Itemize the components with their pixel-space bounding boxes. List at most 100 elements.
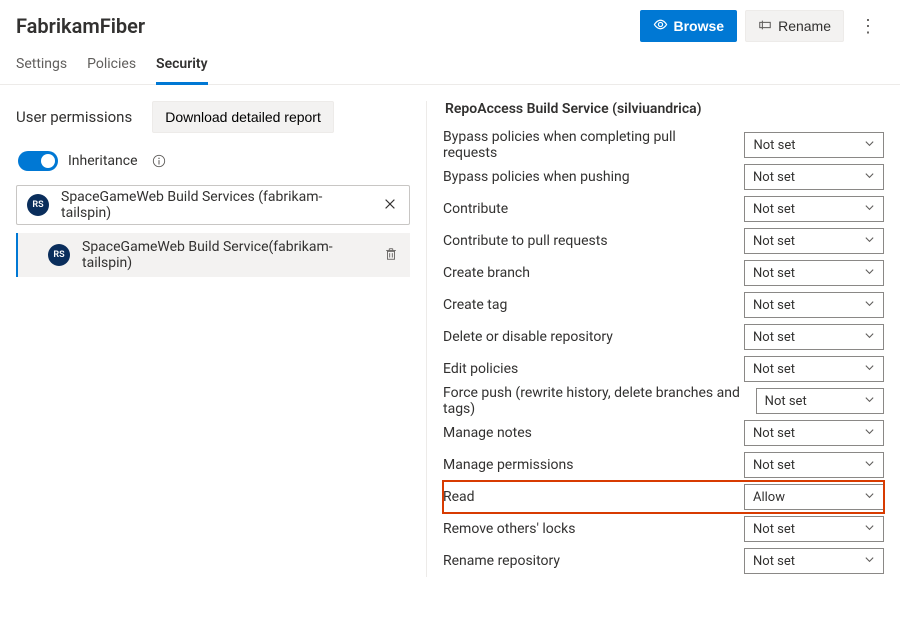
chevron-down-icon	[864, 362, 875, 377]
more-options-button[interactable]: ⋮	[852, 17, 884, 35]
permission-row: Create branch Not set	[443, 257, 884, 289]
inheritance-label: Inheritance	[68, 153, 138, 169]
permission-list: Bypass policies when completing pull req…	[443, 129, 884, 577]
delete-principal-button[interactable]	[382, 245, 400, 266]
permission-row: Delete or disable repository Not set	[443, 321, 884, 353]
permission-label: Create branch	[443, 265, 530, 281]
info-icon[interactable]	[152, 154, 166, 168]
principal-item[interactable]: RS SpaceGameWeb Build Service(fabrikam-ta…	[16, 233, 410, 277]
permission-row: Force push (rewrite history, delete bran…	[443, 385, 884, 417]
clear-search-button[interactable]	[381, 195, 399, 216]
principal-item-label: SpaceGameWeb Build Service(fabrikam-tail…	[82, 239, 370, 271]
permission-dropdown[interactable]: Not set	[744, 164, 884, 190]
inheritance-toggle[interactable]	[18, 151, 58, 171]
chevron-down-icon	[864, 298, 875, 313]
permission-row: Edit policies Not set	[443, 353, 884, 385]
tab-settings[interactable]: Settings	[16, 46, 67, 85]
permission-label: Bypass policies when completing pull req…	[443, 129, 732, 161]
close-icon	[383, 197, 397, 214]
more-vertical-icon: ⋮	[859, 16, 877, 36]
chevron-down-icon	[864, 138, 875, 153]
chevron-down-icon	[864, 426, 875, 441]
chevron-down-icon	[864, 266, 875, 281]
rename-button[interactable]: Rename	[745, 10, 844, 42]
permission-dropdown[interactable]: Allow	[744, 484, 884, 510]
permission-label: Remove others' locks	[443, 521, 575, 537]
permission-row: Bypass policies when pushingNot set	[443, 161, 884, 193]
permission-value: Not set	[753, 298, 795, 313]
permission-value: Not set	[753, 170, 795, 185]
permission-value: Not set	[753, 522, 795, 537]
permission-dropdown[interactable]: Not set	[744, 420, 884, 446]
permission-row: Read Allow	[443, 481, 884, 513]
permission-label: Manage permissions	[443, 457, 573, 473]
permission-row: Remove others' locks Not set	[443, 513, 884, 545]
permission-dropdown[interactable]: Not set	[744, 548, 884, 574]
browse-button[interactable]: Browse	[640, 10, 738, 42]
permission-dropdown[interactable]: Not set	[744, 260, 884, 286]
chevron-down-icon	[864, 522, 875, 537]
chevron-down-icon	[864, 458, 875, 473]
permission-value: Not set	[753, 234, 795, 249]
permission-value: Not set	[753, 458, 795, 473]
chevron-down-icon	[864, 490, 875, 505]
permission-dropdown[interactable]: Not set	[744, 228, 884, 254]
permission-row: Bypass policies when completing pull req…	[443, 129, 884, 161]
chevron-down-icon	[864, 394, 875, 409]
permission-dropdown[interactable]: Not set	[744, 292, 884, 318]
chevron-down-icon	[864, 202, 875, 217]
permission-label: Force push (rewrite history, delete bran…	[443, 385, 744, 417]
permission-dropdown[interactable]: Not set	[744, 132, 884, 158]
permission-value: Allow	[753, 490, 785, 505]
left-panel-title: User permissions	[16, 108, 132, 126]
permission-value: Not set	[765, 394, 807, 409]
permission-label: Manage notes	[443, 425, 532, 441]
permission-row: Contribute Not set	[443, 193, 884, 225]
chevron-down-icon	[864, 234, 875, 249]
permission-dropdown[interactable]: Not set	[756, 388, 884, 414]
permission-label: Contribute to pull requests	[443, 233, 608, 249]
permission-panel-title: RepoAccess Build Service (silviuandrica)	[443, 101, 884, 129]
permission-dropdown[interactable]: Not set	[744, 196, 884, 222]
avatar: RS	[27, 194, 49, 216]
permission-dropdown[interactable]: Not set	[744, 452, 884, 478]
tab-security[interactable]: Security	[156, 46, 208, 85]
permission-row: Manage permissions Not set	[443, 449, 884, 481]
permission-value: Not set	[753, 330, 795, 345]
permission-row: Rename repository Not set	[443, 545, 884, 577]
permission-value: Not set	[753, 266, 795, 281]
rename-icon	[758, 18, 772, 35]
permission-value: Not set	[753, 554, 795, 569]
page-title: FabrikamFiber	[16, 14, 145, 38]
header-actions: Browse Rename ⋮	[640, 10, 885, 42]
rename-label: Rename	[778, 18, 831, 34]
permission-label: Rename repository	[443, 553, 560, 569]
chevron-down-icon	[864, 170, 875, 185]
principal-search-input[interactable]: RS SpaceGameWeb Build Services (fabrikam…	[16, 185, 410, 225]
permission-label: Read	[443, 489, 475, 505]
permission-row: Manage notes Not set	[443, 417, 884, 449]
permission-label: Edit policies	[443, 361, 518, 377]
permission-label: Delete or disable repository	[443, 329, 613, 345]
chevron-down-icon	[864, 330, 875, 345]
permission-value: Not set	[753, 362, 795, 377]
tab-policies[interactable]: Policies	[87, 46, 136, 85]
eye-icon	[653, 17, 668, 35]
browse-label: Browse	[674, 18, 725, 34]
permission-dropdown[interactable]: Not set	[744, 356, 884, 382]
search-value: SpaceGameWeb Build Services (fabrikam-ta…	[61, 189, 369, 221]
permission-value: Not set	[753, 426, 795, 441]
principal-list: RS SpaceGameWeb Build Service(fabrikam-ta…	[16, 233, 410, 277]
tabs: Settings Policies Security	[0, 42, 900, 85]
permission-dropdown[interactable]: Not set	[744, 516, 884, 542]
permission-dropdown[interactable]: Not set	[744, 324, 884, 350]
download-report-button[interactable]: Download detailed report	[152, 101, 334, 133]
avatar: RS	[48, 244, 70, 266]
permission-value: Not set	[753, 202, 795, 217]
trash-icon	[384, 247, 398, 264]
permission-row: Contribute to pull requests Not set	[443, 225, 884, 257]
permission-label: Create tag	[443, 297, 507, 313]
permission-label: Contribute	[443, 201, 508, 217]
permission-value: Not set	[753, 138, 795, 153]
permission-row: Create tag Not set	[443, 289, 884, 321]
